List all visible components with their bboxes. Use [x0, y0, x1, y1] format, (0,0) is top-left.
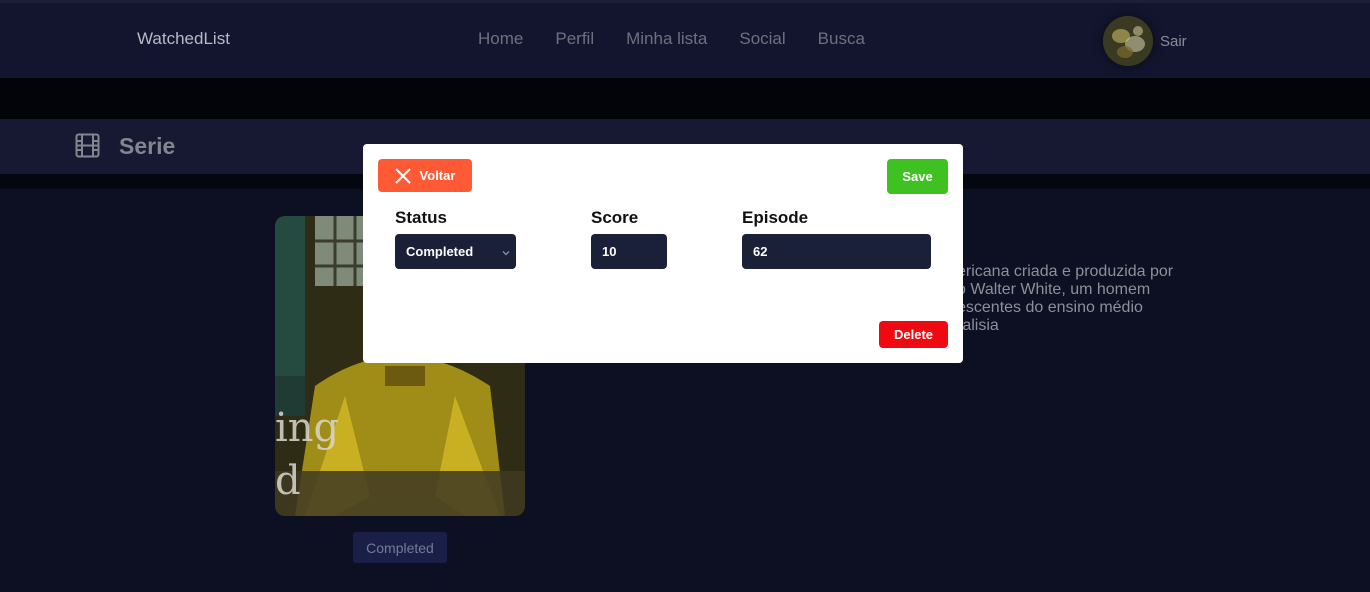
status-select[interactable]: Completed: [395, 234, 516, 269]
back-button[interactable]: Voltar: [378, 159, 472, 192]
episode-label: Episode: [742, 208, 809, 227]
logout-link[interactable]: Sair: [1160, 33, 1187, 50]
nav-social[interactable]: Social: [739, 29, 785, 49]
episode-input[interactable]: 62: [742, 234, 931, 269]
synopsis-line: ralisia: [957, 317, 999, 334]
episode-input-value: 62: [753, 244, 768, 259]
nav-links: Home Perfil Minha lista Social Busca: [478, 29, 897, 49]
nav-minha-lista[interactable]: Minha lista: [626, 29, 707, 49]
edit-entry-modal: Voltar Save Status Score Episode Complet…: [363, 144, 963, 363]
back-button-label: Voltar: [419, 168, 456, 183]
poster-title-line1: ing: [275, 405, 339, 451]
score-input[interactable]: 10: [591, 234, 667, 269]
banner-strip: [0, 78, 1370, 119]
score-label: Score: [591, 208, 639, 227]
page: WatchedList Home Perfil Minha lista Soci…: [0, 0, 1370, 592]
close-icon: [394, 167, 411, 184]
nav-busca[interactable]: Busca: [818, 29, 865, 49]
synopsis-line: o Walter White, um homem: [957, 281, 1151, 298]
brand-logo[interactable]: WatchedList: [137, 29, 230, 49]
avatar[interactable]: [1103, 16, 1153, 66]
delete-button[interactable]: Delete: [879, 321, 948, 348]
nav-home[interactable]: Home: [478, 29, 523, 49]
film-icon: [75, 133, 100, 163]
section-title: Serie: [119, 133, 176, 159]
save-button[interactable]: Save: [887, 159, 948, 194]
score-input-value: 10: [602, 244, 617, 259]
synopsis-line: ericana criada e produzida por: [957, 263, 1174, 280]
navbar: WatchedList Home Perfil Minha lista Soci…: [0, 0, 1370, 78]
status-badge: Completed: [353, 532, 447, 563]
nav-perfil[interactable]: Perfil: [555, 29, 594, 49]
status-label: Status: [395, 208, 447, 227]
status-select-value: Completed: [406, 244, 474, 259]
poster-title-line2: d: [275, 458, 301, 504]
chevron-down-icon: [501, 246, 511, 261]
synopsis-line: escentes do ensino médio: [957, 299, 1143, 316]
